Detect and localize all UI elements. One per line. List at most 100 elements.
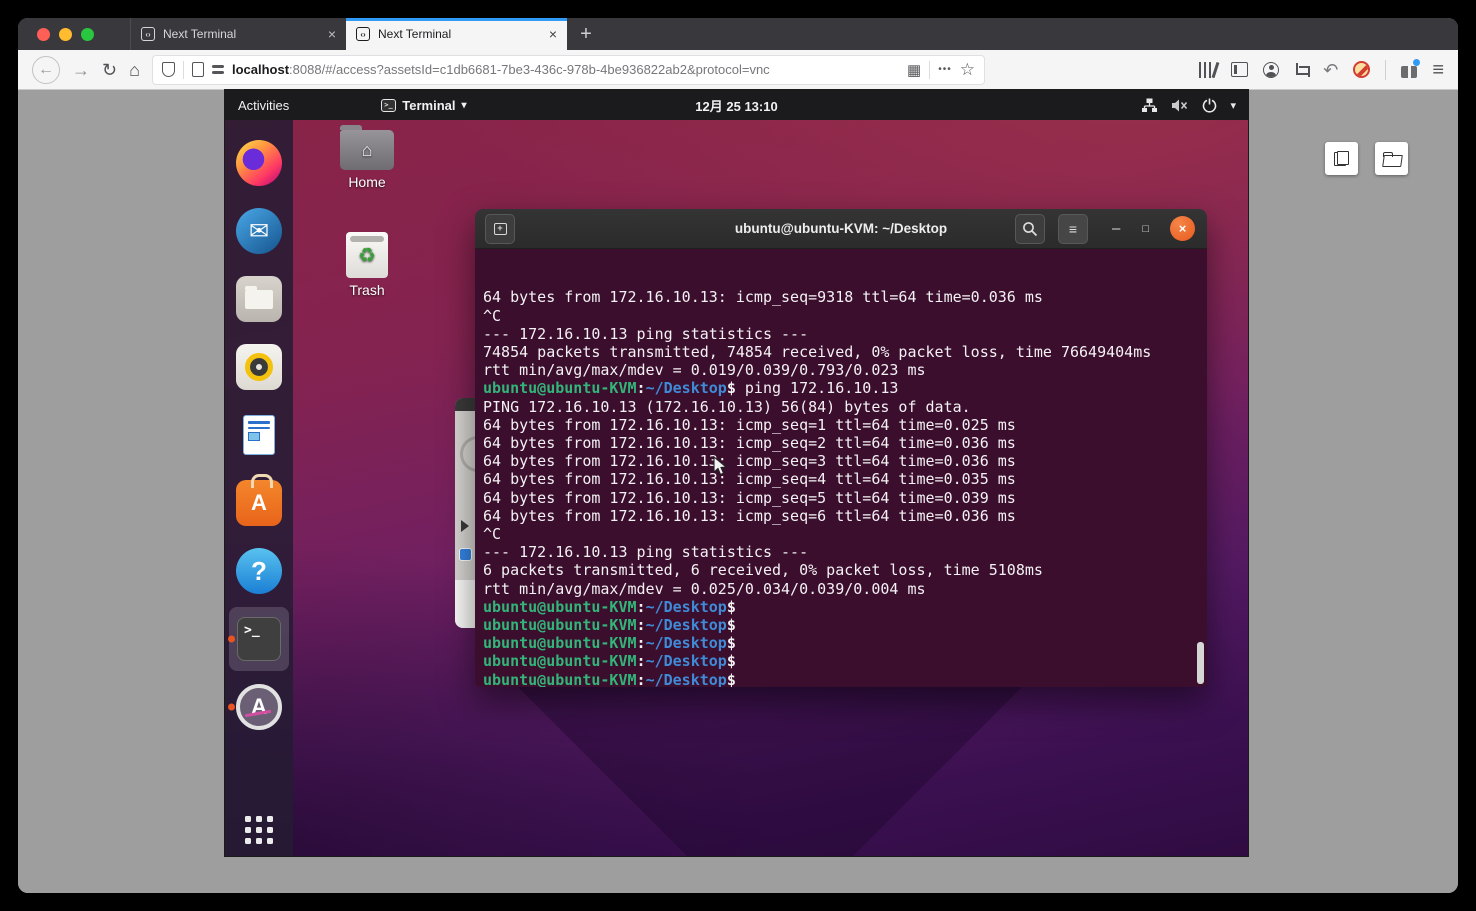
network-icon [1141,98,1158,113]
terminal-scrollbar[interactable] [1197,642,1204,684]
dock-item-help[interactable]: ? [225,537,293,605]
terminal-line: ^C [483,525,1199,543]
tab-next-terminal-1[interactable]: ‹› Next Terminal × [130,18,346,50]
software-a-glyph: A [251,490,267,516]
dock-item-ubuntu-software[interactable]: A [225,469,293,537]
terminal-lines: 64 bytes from 172.16.10.13: icmp_seq=931… [483,288,1199,687]
site-permissions-icon[interactable] [212,65,224,74]
expander-arrow-icon [461,520,469,532]
terminal-line: ubuntu@ubuntu-KVM:~/Desktop$ [483,671,1199,687]
dock-item-libreoffice-writer[interactable] [225,401,293,469]
macos-zoom-button[interactable] [81,28,94,41]
browser-window: ‹› Next Terminal × ‹› Next Terminal × + … [18,18,1458,893]
terminal-window[interactable]: ubuntu@ubuntu-KVM: ~/Desktop + ≡ – □ × 6… [475,209,1207,687]
home-button[interactable]: ⌂ [129,61,140,79]
dock-item-firefox[interactable] [225,129,293,197]
terminal-close-button[interactable]: × [1170,216,1195,241]
tab-next-terminal-2[interactable]: ‹› Next Terminal × [346,18,567,50]
help-icon: ? [236,548,282,594]
tab-close-icon[interactable]: × [328,26,336,42]
desktop-icon-trash[interactable]: ♻ Trash [331,232,403,298]
clock-label[interactable]: 12月 25 13:10 [695,96,777,115]
dock-item-app-a[interactable]: A [225,673,293,741]
screenshot-crop-icon[interactable] [1294,63,1308,77]
home-folder-icon: ⌂ [340,130,394,170]
terminal-line: PING 172.16.10.13 (172.16.10.13) 56(84) … [483,398,1199,416]
terminal-line: 74854 packets transmitted, 74854 receive… [483,343,1199,361]
vnc-remote-desktop[interactable]: Activities >_ Terminal ▾ 12月 25 13:10 ▾ … [225,90,1248,856]
menu-icon: ≡ [1069,221,1077,237]
browser-tab-bar: ‹› Next Terminal × ‹› Next Terminal × + [18,18,1458,50]
terminal-line: ^C [483,307,1199,325]
background-window-titlebar [455,398,475,411]
terminal-output[interactable]: 64 bytes from 172.16.10.13: icmp_seq=931… [475,249,1207,687]
system-tray[interactable]: ▾ [1141,98,1236,113]
dock-item-thunderbird[interactable]: ✉ [225,197,293,265]
background-window-circle [460,436,475,472]
terminal-line: ubuntu@ubuntu-KVM:~/Desktop$ ping 172.16… [483,379,1199,397]
url-text[interactable]: localhost:8088/#/access?assetsId=c1db668… [232,62,899,77]
notification-dot [1413,59,1420,66]
terminal-line: rtt min/avg/max/mdev = 0.025/0.034/0.039… [483,580,1199,598]
terminal-line: ubuntu@ubuntu-KVM:~/Desktop$ [483,634,1199,652]
app-a-glyph: A [251,694,267,720]
terminal-maximize-button[interactable]: □ [1142,223,1149,235]
url-host: localhost [232,62,289,77]
terminal-search-button[interactable] [1015,214,1045,244]
new-tab-button[interactable]: + [567,18,605,50]
dock-item-files[interactable] [225,265,293,333]
tab-close-icon[interactable]: × [549,26,557,42]
macos-close-button[interactable] [37,28,50,41]
files-icon [236,276,282,322]
terminal-line: ubuntu@ubuntu-KVM:~/Desktop$ [483,652,1199,670]
qr-scan-icon[interactable]: ▦ [907,61,921,79]
show-applications-button[interactable] [245,816,273,844]
tracking-protection-shield-icon[interactable] [162,62,175,77]
dock-item-terminal[interactable]: >_ [225,605,293,673]
mouse-cursor [713,456,727,477]
trash-can-icon: ♻ [346,232,388,278]
background-window-badge-icon [459,548,472,561]
activities-button[interactable]: Activities [238,98,289,113]
hamburger-menu-icon[interactable]: ≡ [1432,60,1444,80]
undo-arrow-icon[interactable]: ↶ [1323,61,1338,79]
terminal-line: ubuntu@ubuntu-KVM:~/Desktop$ [483,616,1199,634]
terminal-minimize-button[interactable]: – [1112,220,1120,237]
forward-button[interactable]: → [72,61,90,79]
gift-whatsnew-icon[interactable] [1401,62,1417,78]
terminal-line: ubuntu@ubuntu-KVM:~/Desktop$ [483,598,1199,616]
terminal-titlebar[interactable]: ubuntu@ubuntu-KVM: ~/Desktop + ≡ – □ × [475,209,1207,249]
new-tab-icon: + [494,223,507,235]
blocked-content-icon[interactable] [1353,61,1370,78]
next-terminal-favicon-icon: ‹› [141,27,155,41]
macos-minimize-button[interactable] [59,28,72,41]
tab-label: Next Terminal [163,27,320,41]
page-actions-icon[interactable]: ••• [938,65,952,75]
clipboard-floating-button[interactable] [1325,142,1358,175]
account-icon[interactable] [1263,62,1279,78]
terminal-glyph: >_ [244,623,260,638]
app-menu-terminal[interactable]: >_ Terminal ▾ [381,98,466,113]
library-icon[interactable] [1199,62,1217,78]
bookmark-star-icon[interactable]: ☆ [960,61,975,78]
chevron-down-icon: ▾ [1230,99,1236,112]
desktop-icon-home[interactable]: ⌂ Home [331,130,403,190]
browser-toolbar: ← → ↻ ⌂ localhost:8088/#/access?assetsId… [18,50,1458,90]
terminal-line: --- 172.16.10.13 ping statistics --- [483,325,1199,343]
terminal-menu-button[interactable]: ≡ [1058,214,1088,244]
terminal-new-tab-button[interactable]: + [485,214,515,244]
back-button[interactable]: ← [32,56,60,84]
sidebar-toggle-icon[interactable] [1231,62,1248,77]
terminal-line: 64 bytes from 172.16.10.13: icmp_seq=1 t… [483,416,1199,434]
reload-button[interactable]: ↻ [102,61,117,79]
terminal-line: 64 bytes from 172.16.10.13: icmp_seq=5 t… [483,489,1199,507]
terminal-line: 64 bytes from 172.16.10.13: icmp_seq=2 t… [483,434,1199,452]
terminal-line: 64 bytes from 172.16.10.13: icmp_seq=3 t… [483,452,1199,470]
background-window-sliver[interactable] [455,398,475,628]
file-manager-floating-button[interactable] [1375,142,1408,175]
desktop-icon-label: Trash [349,282,384,298]
divider [183,61,184,79]
dock-item-rhythmbox[interactable] [225,333,293,401]
page-info-icon[interactable] [192,62,204,77]
address-bar[interactable]: localhost:8088/#/access?assetsId=c1db668… [152,55,985,85]
